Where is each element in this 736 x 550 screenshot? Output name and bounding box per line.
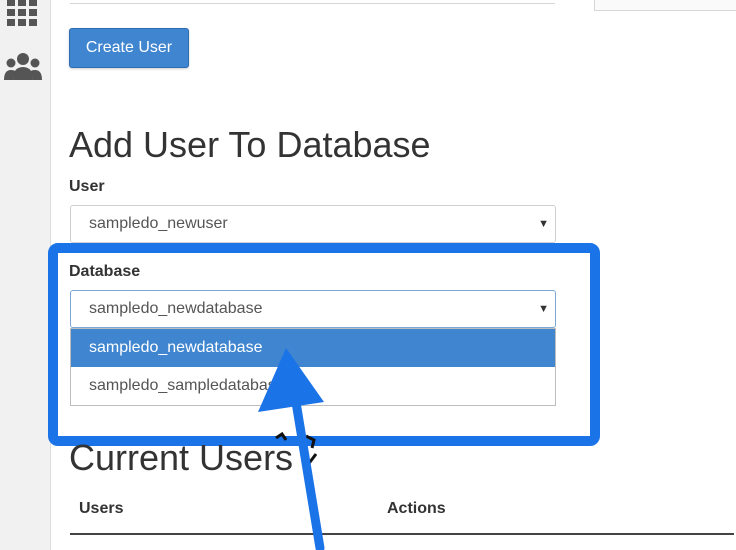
user-select-value: sampledo_newuser bbox=[89, 215, 228, 232]
user-label: User bbox=[69, 178, 105, 195]
top-input-edge bbox=[70, 0, 555, 4]
apps-grid-icon[interactable] bbox=[6, 0, 38, 26]
top-right-panel-edge bbox=[594, 0, 736, 11]
users-icon[interactable] bbox=[4, 50, 42, 86]
actions-column-header: Actions bbox=[387, 500, 446, 517]
user-select[interactable]: sampledo_newuser ▼ bbox=[70, 205, 556, 243]
create-user-button[interactable]: Create User bbox=[69, 28, 189, 68]
table-header-divider bbox=[70, 533, 734, 535]
sidebar bbox=[0, 0, 51, 550]
annotation-arrow-icon bbox=[258, 348, 325, 550]
users-column-header: Users bbox=[79, 500, 124, 517]
add-user-to-database-heading: Add User To Database bbox=[69, 124, 431, 165]
caret-down-icon: ▼ bbox=[538, 218, 549, 230]
